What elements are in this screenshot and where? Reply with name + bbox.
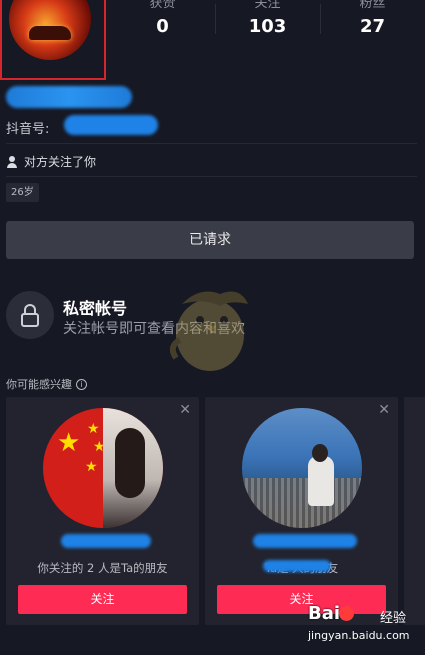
star-icon: ★ [57,428,81,458]
watermark-url: jingyan.baidu.com [308,629,410,642]
star-icon: ★ [85,459,98,475]
age-tag: 26岁 [6,183,39,202]
close-icon[interactable]: ✕ [378,402,390,418]
stat-following[interactable]: 关注 103 [215,0,320,40]
divider [6,176,417,177]
paw-icon [339,606,354,621]
stat-label: 关注 [254,0,281,11]
card-avatar[interactable] [242,408,362,528]
stats-bar: 获赞 0 关注 103 粉丝 27 [110,0,425,40]
private-title: 私密帐号 [63,299,128,318]
star-icon: ★ [87,421,100,437]
suggestions-label: 你可能感兴趣 [6,378,72,391]
suggestion-card[interactable]: ✕ ★ ★ ★ ★ 你关注的 2 人是Ta的朋友 关注 [6,397,199,625]
stat-followers[interactable]: 粉丝 27 [320,0,425,40]
stat-label: 粉丝 [359,0,386,11]
person-icon [6,155,18,168]
username-redacted [6,86,132,108]
follow-note: 对方关注了你 [6,153,96,170]
stat-label: 获赞 [149,0,176,11]
card-avatar[interactable]: ★ ★ ★ ★ [43,408,163,528]
suggestion-card[interactable]: ✕ Ta是 人的朋友 关注 [205,397,398,625]
divider [6,143,417,144]
watermark-cn: 经验 [380,611,407,626]
avatar[interactable] [9,0,91,60]
card-name-redacted [61,534,151,548]
baidu-jingyan-watermark: Bai 经验 jingyan.baidu.com [306,603,422,649]
close-icon[interactable]: ✕ [179,402,191,418]
requested-button[interactable]: 已请求 [6,221,414,259]
douyin-id-label: 抖音号: [6,122,50,137]
info-icon[interactable]: i [76,378,87,390]
lock-icon [6,291,54,339]
follow-button[interactable]: 关注 [18,585,187,614]
card-reason-redacted [263,560,331,572]
follow-note-text: 对方关注了你 [24,155,97,169]
avatar-highlight-box [0,0,106,80]
stat-value: 27 [359,16,386,37]
stat-value: 0 [156,16,169,37]
card-reason: 你关注的 2 人是Ta的朋友 [37,561,168,575]
suggestions-header: 你可能感兴趣 i [6,376,87,392]
douyin-id-redacted [64,115,158,135]
bird-watermark-icon [169,291,248,371]
suggestion-card-partial[interactable] [404,397,425,625]
card-name-redacted [253,534,357,548]
stat-likes[interactable]: 获赞 0 [110,0,215,40]
watermark-brand: Bai [308,603,341,624]
stat-value: 103 [248,16,287,37]
